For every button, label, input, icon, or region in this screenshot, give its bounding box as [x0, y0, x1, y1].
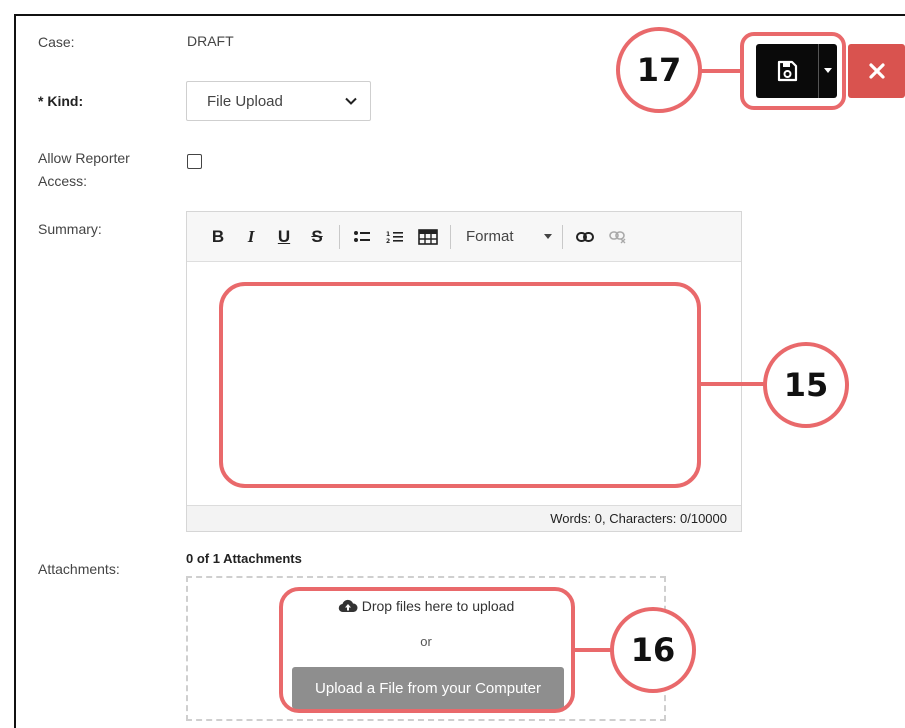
close-button[interactable]: [848, 44, 905, 98]
italic-glyph: I: [247, 226, 255, 246]
underline-glyph: U: [277, 226, 291, 246]
summary-label: Summary:: [38, 221, 102, 237]
svg-text:2: 2: [386, 238, 390, 245]
callout-editor-number: 15: [763, 342, 849, 428]
unlink-button[interactable]: [605, 224, 631, 250]
unlink-icon: [609, 230, 626, 243]
svg-text:1: 1: [386, 231, 390, 238]
underline-button[interactable]: U: [271, 224, 297, 250]
link-button[interactable]: [572, 224, 598, 250]
format-label: Format: [466, 228, 514, 245]
x-icon: [868, 63, 885, 79]
strike-glyph: S: [311, 226, 323, 246]
kind-label: * Kind:: [38, 93, 84, 109]
link-icon: [576, 231, 594, 242]
kind-select-value: File Upload: [207, 92, 283, 110]
toolbar-separator: [562, 224, 563, 249]
case-value: DRAFT: [187, 33, 234, 49]
editor-word-count: Words: 0, Characters: 0/10000: [187, 505, 741, 531]
reporter-access-label-line1: Allow Reporter: [38, 150, 130, 166]
reporter-access-label-line2: Access:: [38, 173, 88, 189]
reporter-access-checkbox[interactable]: [187, 154, 202, 169]
numbered-list-button[interactable]: 1 2: [382, 224, 408, 250]
bulleted-list-icon: [354, 230, 370, 242]
bold-glyph: B: [211, 226, 225, 246]
toolbar-separator: [339, 224, 340, 249]
toolbar-separator: [450, 224, 451, 249]
format-dropdown[interactable]: Format: [460, 228, 560, 245]
editor-toolbar: B I U S 1 2 Format: [187, 212, 741, 262]
callout-save-line: [700, 69, 742, 73]
bold-button[interactable]: B: [205, 224, 231, 250]
numbered-list-icon: 1 2: [386, 231, 403, 245]
callout-save-number: 17: [616, 27, 702, 113]
table-button[interactable]: [415, 224, 441, 250]
strikethrough-button[interactable]: S: [304, 224, 330, 250]
caret-down-icon: [544, 233, 552, 239]
bulleted-list-button[interactable]: [349, 224, 375, 250]
case-label: Case:: [38, 34, 75, 50]
callout-editor-box: [219, 282, 701, 488]
attachments-label: Attachments:: [38, 561, 120, 577]
callout-upload-number: 16: [610, 607, 696, 693]
italic-button[interactable]: I: [238, 224, 264, 250]
callout-save-box: [740, 32, 846, 110]
callout-upload-line: [573, 648, 613, 652]
attachment-count: 0 of 1 Attachments: [186, 551, 302, 566]
table-icon: [418, 228, 438, 245]
chevron-down-icon: [345, 97, 357, 105]
kind-select[interactable]: File Upload: [186, 81, 371, 121]
callout-upload-box: [279, 587, 575, 713]
callout-editor-line: [699, 382, 765, 386]
